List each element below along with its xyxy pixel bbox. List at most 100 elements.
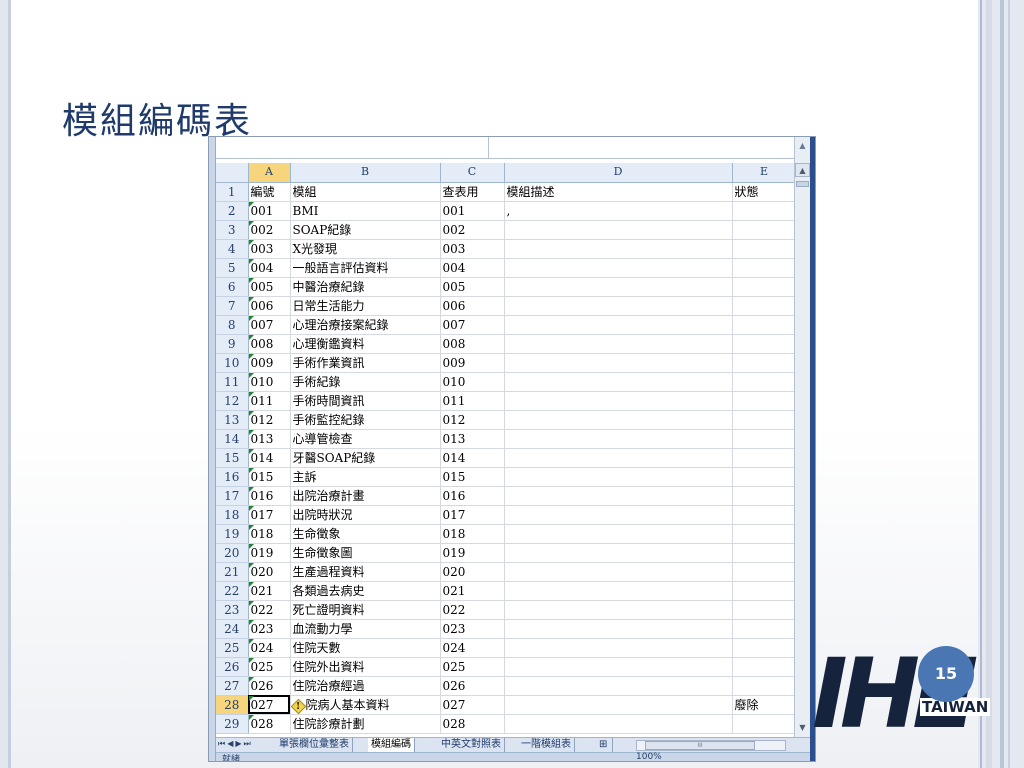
cell-b[interactable]: 模組 <box>290 182 441 202</box>
cell-c[interactable]: 005 <box>440 277 505 297</box>
select-all-corner[interactable] <box>216 163 249 183</box>
cell-e[interactable] <box>732 505 797 525</box>
cell-d[interactable] <box>504 543 733 563</box>
cell-c[interactable]: 020 <box>440 562 505 582</box>
warning-diamond-icon[interactable]: ! <box>290 698 306 713</box>
cell-e[interactable] <box>732 296 797 316</box>
cell-a[interactable]: 005 <box>248 277 291 297</box>
cell-c[interactable]: 007 <box>440 315 505 335</box>
row-header[interactable]: 2 <box>216 201 249 221</box>
row-header[interactable]: 18 <box>216 505 249 525</box>
cell-a[interactable]: 020 <box>248 562 291 582</box>
row-header[interactable]: 5 <box>216 258 249 278</box>
cell-b[interactable]: 住院外出資料 <box>290 657 441 677</box>
cell-e[interactable] <box>732 429 797 449</box>
cell-e[interactable] <box>732 391 797 411</box>
cell-d[interactable] <box>504 676 733 696</box>
cell-b[interactable]: 生命徵象圖 <box>290 543 441 563</box>
cell-b[interactable]: 牙醫SOAP紀錄 <box>290 448 441 468</box>
row-header[interactable]: 19 <box>216 524 249 544</box>
cell-c[interactable]: 024 <box>440 638 505 658</box>
cell-a[interactable]: 002 <box>248 220 291 240</box>
sheet-tab[interactable]: 一階模組表 <box>518 738 575 752</box>
row-header[interactable]: 12 <box>216 391 249 411</box>
cell-d[interactable] <box>504 714 733 734</box>
scroll-up-icon[interactable]: ▲ <box>795 163 810 177</box>
scroll-up-icon[interactable]: ▲ <box>795 139 810 153</box>
column-header-d[interactable]: D <box>504 163 733 183</box>
cell-a[interactable]: 013 <box>248 429 291 449</box>
cell-c[interactable]: 026 <box>440 676 505 696</box>
cell-e[interactable] <box>732 657 797 677</box>
cell-d[interactable]: 模組描述 <box>504 182 733 202</box>
cell-a[interactable]: 022 <box>248 600 291 620</box>
row-header[interactable]: 3 <box>216 220 249 240</box>
cell-d[interactable] <box>504 695 733 715</box>
cell-d[interactable] <box>504 220 733 240</box>
row-header[interactable]: 23 <box>216 600 249 620</box>
cell-b[interactable]: 住院天數 <box>290 638 441 658</box>
cell-b[interactable]: 死亡證明資料 <box>290 600 441 620</box>
cell-b[interactable]: 出院治療計畫 <box>290 486 441 506</box>
cell-a[interactable]: 009 <box>248 353 291 373</box>
cell-a[interactable]: 012 <box>248 410 291 430</box>
horizontal-scrollbar[interactable]: III <box>636 740 786 751</box>
cell-a[interactable]: 017 <box>248 505 291 525</box>
column-header-e[interactable]: E <box>732 163 797 183</box>
cell-e[interactable] <box>732 239 797 259</box>
cell-d[interactable] <box>504 505 733 525</box>
cell-a[interactable]: 027 <box>248 695 291 715</box>
cell-c[interactable]: 014 <box>440 448 505 468</box>
cell-b[interactable]: 手術作業資訊 <box>290 353 441 373</box>
cell-a[interactable]: 014 <box>248 448 291 468</box>
cell-e[interactable] <box>732 638 797 658</box>
cell-b[interactable]: 住院診療計劃 <box>290 714 441 734</box>
cell-a[interactable]: 010 <box>248 372 291 392</box>
cell-a[interactable]: 004 <box>248 258 291 278</box>
cell-c[interactable]: 004 <box>440 258 505 278</box>
cell-a[interactable]: 007 <box>248 315 291 335</box>
row-header[interactable]: 24 <box>216 619 249 639</box>
tab-navigation-icon[interactable]: ⏮◀▶⏭ <box>218 739 253 749</box>
cell-d[interactable] <box>504 410 733 430</box>
cell-a[interactable]: 018 <box>248 524 291 544</box>
insert-sheet-icon[interactable]: ⊞ <box>594 738 614 752</box>
cell-e[interactable] <box>732 372 797 392</box>
cell-a[interactable]: 025 <box>248 657 291 677</box>
row-header[interactable]: 8 <box>216 315 249 335</box>
cell-c[interactable]: 017 <box>440 505 505 525</box>
row-header[interactable]: 22 <box>216 581 249 601</box>
cell-c[interactable]: 009 <box>440 353 505 373</box>
row-header[interactable]: 15 <box>216 448 249 468</box>
row-header[interactable]: 9 <box>216 334 249 354</box>
row-header[interactable]: 29 <box>216 714 249 734</box>
cell-e[interactable]: 狀態 <box>732 182 797 202</box>
cell-a[interactable]: 008 <box>248 334 291 354</box>
cell-c[interactable]: 查表用 <box>440 182 505 202</box>
cell-c[interactable]: 012 <box>440 410 505 430</box>
cell-b[interactable]: 手術時間資訊 <box>290 391 441 411</box>
cell-b[interactable]: 主訴 <box>290 467 441 487</box>
row-header[interactable]: 28 <box>216 695 249 715</box>
cell-b[interactable]: 生命徵象 <box>290 524 441 544</box>
cell-e[interactable] <box>732 600 797 620</box>
cell-a[interactable]: 編號 <box>248 182 291 202</box>
cell-d[interactable] <box>504 258 733 278</box>
cell-e[interactable] <box>732 524 797 544</box>
sheet-tab[interactable]: 單張欄位彙整表 <box>276 738 353 752</box>
cell-d[interactable] <box>504 277 733 297</box>
vertical-scroll-thumb[interactable] <box>796 181 809 187</box>
cell-d[interactable] <box>504 296 733 316</box>
cell-e[interactable] <box>732 543 797 563</box>
cell-d[interactable] <box>504 581 733 601</box>
cell-c[interactable]: 019 <box>440 543 505 563</box>
cell-b[interactable]: 一般語言評估資料 <box>290 258 441 278</box>
cell-b[interactable]: 各類過去病史 <box>290 581 441 601</box>
cell-c[interactable]: 018 <box>440 524 505 544</box>
cell-b[interactable]: 日常生活能力 <box>290 296 441 316</box>
cell-a[interactable]: 024 <box>248 638 291 658</box>
cell-b[interactable]: 生產過程資料 <box>290 562 441 582</box>
cell-e[interactable] <box>732 619 797 639</box>
cell-b[interactable]: 心導管檢查 <box>290 429 441 449</box>
cell-b[interactable]: 手術監控紀錄 <box>290 410 441 430</box>
